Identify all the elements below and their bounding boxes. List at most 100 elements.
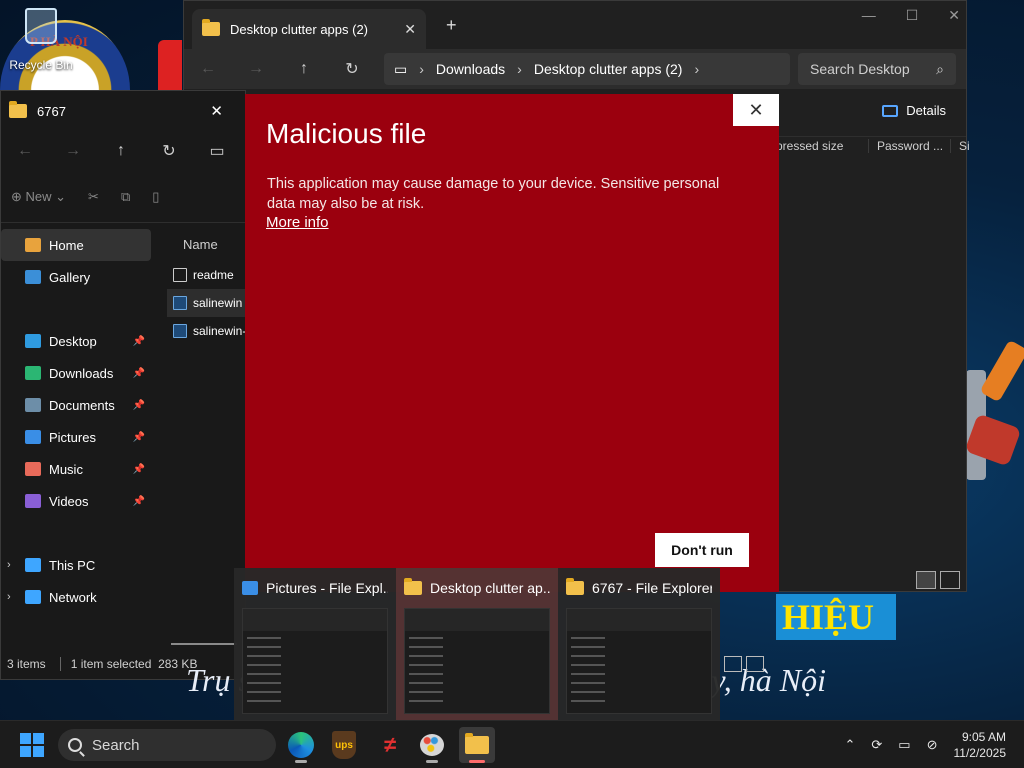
folder-icon <box>404 578 422 595</box>
window-preview[interactable]: 6767 - File Explorer <box>558 568 720 720</box>
tab-close-icon[interactable]: ✕ <box>210 102 223 120</box>
edge-app-button[interactable] <box>283 727 319 763</box>
new-button[interactable]: ⊕ New ⌄ <box>11 189 66 205</box>
system-tray: ⌃ ⟳ ▭ ⊘ 9:05 AM 11/2/2025 <box>844 721 1024 768</box>
sidebar-item-videos[interactable]: Videos 📌 <box>1 485 151 517</box>
wallpaper-banner: HIỆU <box>776 594 896 640</box>
close-window-button[interactable]: ✕ <box>948 7 960 24</box>
preview-thumbnail <box>404 608 550 714</box>
status-item-count: 3 items <box>7 657 46 671</box>
forward-arrow-icon[interactable]: → <box>49 142 97 160</box>
refresh-icon[interactable]: ↻ <box>328 59 376 79</box>
back-arrow-icon[interactable]: ← <box>184 60 232 78</box>
refresh-icon[interactable]: ↻ <box>145 141 193 161</box>
file-row[interactable]: readme <box>167 261 247 289</box>
search-input[interactable]: Search Desktop ⌕ <box>798 53 956 85</box>
breadcrumb-desktop-clutter[interactable]: Desktop clutter apps (2) <box>534 61 683 77</box>
window-preview[interactable]: Desktop clutter ap... <box>396 568 558 720</box>
column-header-compressed-size[interactable]: pressed size <box>776 139 843 153</box>
paint-app-button[interactable] <box>414 727 450 763</box>
pictures-icon <box>25 430 41 444</box>
pin-icon: 📌 <box>132 495 145 507</box>
sidebar-item-desktop[interactable]: Desktop 📌 <box>1 325 151 357</box>
tab-close-icon[interactable]: ✕ <box>404 21 416 38</box>
network-icon[interactable]: ▭ <box>898 737 910 753</box>
sidebar-item-label: Videos <box>49 493 89 509</box>
forward-arrow-icon[interactable]: → <box>232 60 280 78</box>
recycle-bin[interactable]: Recycle Bin <box>8 8 74 72</box>
status-selection: 1 item selected 283 KB <box>59 657 197 671</box>
sidebar-item-pictures[interactable]: Pictures 📌 <box>1 421 151 453</box>
navigation-bar: ← → ↑ ↻ ▭ <box>1 131 245 171</box>
volume-muted-icon[interactable]: ⊘ <box>927 737 938 753</box>
preview-header: Desktop clutter ap... <box>404 574 550 602</box>
breadcrumb-downloads[interactable]: Downloads <box>436 61 505 77</box>
column-header-size[interactable]: Si <box>950 139 970 153</box>
search-icon <box>68 738 82 752</box>
sync-icon[interactable]: ⟳ <box>871 737 882 753</box>
more-info-link[interactable]: More info <box>266 214 329 231</box>
ups-app-button[interactable]: ups <box>326 727 362 763</box>
sidebar-item-downloads[interactable]: Downloads 📌 <box>1 357 151 389</box>
dialog-close-button[interactable]: ✕ <box>733 94 779 126</box>
monitor-icon[interactable]: ▭ <box>193 141 241 161</box>
chevron-up-icon[interactable]: ⌃ <box>844 737 855 753</box>
sidebar-item-label: Music <box>49 461 83 477</box>
back-arrow-icon[interactable]: ← <box>1 142 49 160</box>
up-arrow-icon[interactable]: ↑ <box>280 60 328 78</box>
file-name: salinewin-l <box>193 324 247 338</box>
details-view-icon[interactable] <box>916 571 936 589</box>
flashget-icon: ≠ <box>383 732 397 757</box>
running-indicator <box>426 760 438 763</box>
minimize-button[interactable]: — <box>862 7 876 24</box>
file-row[interactable]: salinewin-l <box>167 317 247 345</box>
sidebar-item-this-pc[interactable]: › This PC <box>1 549 151 581</box>
column-header-password[interactable]: Password ... <box>868 139 943 153</box>
application-icon <box>173 296 187 310</box>
paint-palette-icon <box>420 734 444 756</box>
dont-run-button[interactable]: Don't run <box>655 533 749 567</box>
chevron-right-icon[interactable]: › <box>7 559 11 571</box>
preview-title: Desktop clutter ap... <box>430 580 550 596</box>
sidebar-item-network[interactable]: › Network <box>1 581 151 613</box>
sidebar-item-documents[interactable]: Documents 📌 <box>1 389 151 421</box>
taskbar: Search ups ≠ ⌃ ⟳ ▭ ⊘ 9:05 AM 11/2/2025 <box>0 720 1024 768</box>
address-bar[interactable]: ▭ › Downloads › Desktop clutter apps (2)… <box>384 53 790 85</box>
new-tab-button[interactable]: + <box>446 15 457 36</box>
chevron-right-icon[interactable]: › <box>694 61 699 77</box>
copy-icon[interactable]: ⧉ <box>121 189 130 205</box>
flashget-app-button[interactable]: ≠ <box>372 727 408 763</box>
sidebar-item-music[interactable]: Music 📌 <box>1 453 151 485</box>
details-button[interactable]: Details <box>882 103 946 118</box>
clock[interactable]: 9:05 AM 11/2/2025 <box>954 729 1007 761</box>
tiles-view-icon[interactable] <box>940 571 960 589</box>
up-arrow-icon[interactable]: ↑ <box>97 142 145 160</box>
preview-header: 6767 - File Explorer <box>566 574 712 602</box>
paste-icon[interactable]: ▯ <box>152 189 159 205</box>
running-indicator <box>295 760 307 763</box>
sidebar-item-gallery[interactable]: Gallery <box>1 261 151 293</box>
window-preview[interactable]: Pictures - File Expl... <box>234 568 396 720</box>
pin-icon: 📌 <box>132 463 145 475</box>
file-row[interactable]: salinewin <box>167 289 247 317</box>
taskbar-search[interactable]: Search <box>58 729 276 761</box>
file-explorer-app-button[interactable] <box>459 727 495 763</box>
folder-icon <box>9 101 27 118</box>
file-list: Name readme salinewin salinewin-l <box>167 229 247 345</box>
recycle-bin-icon <box>25 8 57 44</box>
tab-desktop-clutter[interactable]: Desktop clutter apps (2) ✕ <box>192 9 426 49</box>
tiles-view-icon[interactable] <box>746 656 764 672</box>
cut-icon[interactable]: ✂ <box>88 189 99 205</box>
details-view-icon[interactable] <box>724 656 742 672</box>
column-header-name[interactable]: Name <box>167 229 247 261</box>
maximize-button[interactable]: ☐ <box>906 7 919 24</box>
start-button[interactable] <box>20 733 44 757</box>
sidebar-item-home[interactable]: Home <box>1 229 151 261</box>
file-name: salinewin <box>193 296 243 310</box>
horizontal-scrollbar[interactable] <box>171 643 237 645</box>
chevron-right-icon[interactable]: › <box>7 591 11 603</box>
chevron-right-icon: › <box>517 61 522 77</box>
dialog-title: Malicious file <box>266 118 427 149</box>
monitor-icon: ▭ <box>394 60 408 77</box>
folder-icon <box>566 578 584 595</box>
